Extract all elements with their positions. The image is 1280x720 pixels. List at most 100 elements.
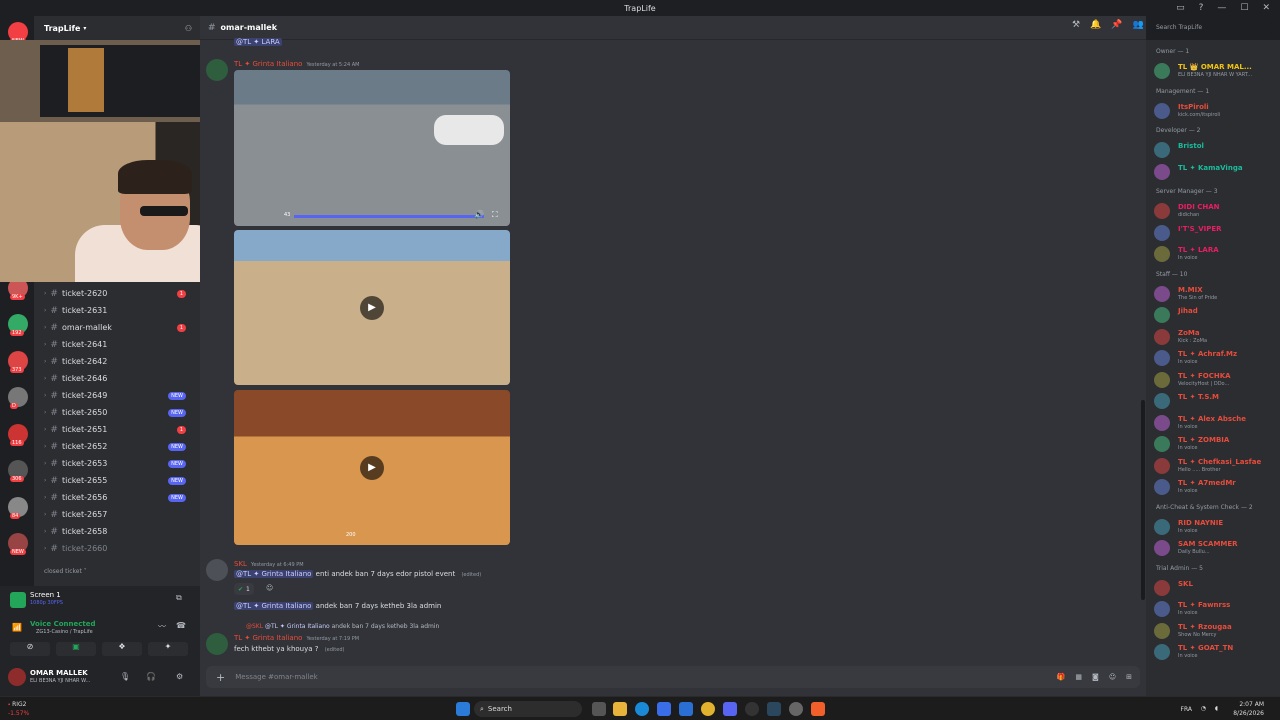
member-item[interactable]: Bristol — [1154, 141, 1276, 159]
mail-icon[interactable] — [679, 702, 693, 716]
voice-channel[interactable]: ZG13-Casino / TrapLife — [36, 629, 93, 635]
steam-icon[interactable] — [767, 702, 781, 716]
member-item[interactable]: ZoMa Kick : ZoMa — [1154, 328, 1276, 346]
add-member-icon[interactable]: ⚇ — [185, 24, 192, 33]
user-name[interactable]: OMAR MALLEK — [30, 669, 88, 677]
message-avatar[interactable] — [206, 633, 228, 655]
obs-icon[interactable] — [745, 702, 759, 716]
rockstar-icon[interactable] — [789, 702, 803, 716]
member-item[interactable]: SKL — [1154, 579, 1276, 597]
channel-item[interactable]: › # ticket-2653 NEW — [44, 456, 194, 471]
channel-item[interactable]: › # ticket-2631 — [44, 303, 194, 318]
reply-preview[interactable]: @SKL @TL ✦ Grinta Italiano andek ban 7 d… — [246, 623, 439, 630]
weather-widget[interactable]: ⬩ RIG2 -1.57% — [8, 700, 29, 718]
member-item[interactable]: I'T'S_VIPER — [1154, 224, 1276, 242]
discord-icon[interactable] — [723, 702, 737, 716]
member-item[interactable]: TL ✦ LARA In voice — [1154, 245, 1276, 263]
start-icon[interactable] — [456, 702, 470, 716]
popout-icon[interactable]: ⧉ — [176, 593, 182, 603]
headset-icon[interactable]: 🎧 — [146, 672, 156, 681]
soundboard-button[interactable]: ✦ — [148, 642, 188, 656]
search-input[interactable]: Search TrapLife — [1152, 21, 1272, 35]
member-item[interactable]: TL ✦ ZOMBIA In voice — [1154, 435, 1276, 453]
top-mention[interactable]: @TL ✦ LARA — [234, 38, 282, 46]
scrollbar[interactable] — [1141, 400, 1145, 600]
channel-item[interactable]: › # ticket-2655 NEW — [44, 473, 194, 488]
video-attachment-3[interactable]: ▶ 200 — [234, 390, 510, 545]
maximize-icon[interactable]: ☐ — [1240, 3, 1248, 13]
member-item[interactable]: Jihad — [1154, 306, 1276, 324]
member-item[interactable]: TL ✦ A7medMr In voice — [1154, 478, 1276, 496]
channel-item[interactable]: › # ticket-2660 — [44, 541, 194, 556]
bell-icon[interactable]: 🔔 — [1090, 20, 1101, 30]
threads-icon[interactable]: ⚒ — [1072, 20, 1080, 30]
task-view-icon[interactable] — [592, 702, 606, 716]
volume-icon[interactable]: 🔊 — [474, 210, 484, 219]
play-icon[interactable]: ▶ — [360, 456, 384, 480]
member-item[interactable]: DIDI CHAN didichan — [1154, 202, 1276, 220]
sticker-icon[interactable]: ◙ — [1092, 673, 1099, 681]
file-explorer-icon[interactable] — [613, 702, 627, 716]
member-item[interactable]: RID NAYNIE In voice — [1154, 518, 1276, 536]
camera-off-button[interactable]: ⊘ — [10, 642, 50, 656]
member-item[interactable]: TL ✦ Achraf.Mz In voice — [1154, 349, 1276, 367]
message-avatar[interactable] — [206, 559, 228, 581]
channel-item[interactable]: › # ticket-2652 NEW — [44, 439, 194, 454]
video-attachment-2[interactable]: ▶ — [234, 230, 510, 385]
fivem-icon[interactable] — [811, 702, 825, 716]
system-tray[interactable]: FRA ◔ ◖ 2:07 AM 8/26/2026 — [1181, 700, 1264, 718]
member-item[interactable]: TL ✦ Rzougaa Show No Mercy — [1154, 622, 1276, 640]
channel-item[interactable]: › # ticket-2642 — [44, 354, 194, 369]
pin-icon[interactable]: 📌 — [1111, 20, 1122, 30]
member-item[interactable]: TL ✦ Chefkasi_Lasfae Hello ..... Brother — [1154, 457, 1276, 475]
message-author[interactable]: SKL Yesterday at 6:49 PM — [234, 560, 304, 568]
member-item[interactable]: TL ✦ FOCHKA VelocityHost | DDo... — [1154, 371, 1276, 389]
edge-icon[interactable] — [635, 702, 649, 716]
mic-icon[interactable]: 🎙 — [120, 672, 130, 681]
channel-item[interactable]: › # ticket-2649 NEW — [44, 388, 194, 403]
channel-item[interactable]: › # ticket-2651 1 — [44, 422, 194, 437]
channel-item[interactable]: › # ticket-2656 NEW — [44, 490, 194, 505]
member-item[interactable]: SAM SCAMMER Daily Bullu... — [1154, 539, 1276, 557]
voice-status[interactable]: Voice Connected — [30, 620, 96, 628]
server-header[interactable]: TrapLife ▾ ⚇ — [34, 16, 200, 40]
video-attachment-1[interactable]: 43 🔊 ⛶ — [234, 70, 510, 226]
channel-item[interactable]: › # ticket-2658 — [44, 524, 194, 539]
plus-icon[interactable]: + — [216, 671, 225, 684]
mention[interactable]: @TL ✦ Grinta Italiano — [234, 602, 314, 610]
inbox-icon[interactable]: ▭ — [1176, 3, 1185, 13]
taskbar-search[interactable]: ⌕ Search — [474, 701, 582, 717]
mention[interactable]: @TL ✦ Grinta Italiano — [234, 570, 314, 578]
reaction-check[interactable]: ✔ 1 — [234, 583, 254, 595]
message-avatar[interactable] — [206, 59, 228, 81]
member-item[interactable]: M.MIX The Sin of Pride — [1154, 285, 1276, 303]
chrome-icon[interactable] — [701, 702, 715, 716]
member-item[interactable]: TL ✦ Fawnrss In voice — [1154, 600, 1276, 618]
channel-item[interactable]: › # ticket-2650 NEW — [44, 405, 194, 420]
message-author[interactable]: TL ✦ Grinta Italiano Yesterday at 5:24 AM — [234, 60, 359, 68]
category-closed-ticket[interactable]: closed ticket ˅ — [44, 568, 87, 575]
message-input[interactable]: + Message #omar-mallek 🎁 ▦ ◙ ☺ ⊞ — [206, 666, 1140, 688]
fullscreen-icon[interactable]: ⛶ — [492, 210, 498, 220]
member-item[interactable]: TL ✦ KamaVinga — [1154, 163, 1276, 181]
store-icon[interactable] — [657, 702, 671, 716]
disconnect-icon[interactable]: ☎ — [176, 621, 186, 630]
gif-icon[interactable]: ▦ — [1075, 673, 1082, 681]
member-item[interactable]: TL 👑 OMAR MAL... ELI BE3NA YJI NHAR W YAR… — [1154, 62, 1276, 80]
screen-share-button[interactable]: ▣ — [56, 642, 96, 656]
apps-icon[interactable]: ⊞ — [1126, 673, 1132, 681]
emoji-icon[interactable]: ☺ — [1109, 673, 1116, 681]
settings-icon[interactable]: ⚙ — [176, 672, 183, 681]
message-author[interactable]: TL ✦ Grinta Italiano Yesterday at 7:19 PM — [234, 634, 359, 642]
member-item[interactable]: TL ✦ Alex Absche In voice — [1154, 414, 1276, 432]
channel-item[interactable]: › # ticket-2620 1 — [44, 286, 194, 301]
channel-item[interactable]: › # omar-mallek 1 — [44, 320, 194, 335]
members-icon[interactable]: 👥 — [1133, 20, 1144, 30]
add-reaction-icon[interactable]: ☺ — [266, 584, 273, 592]
play-icon[interactable]: ▶ — [360, 296, 384, 320]
gift-icon[interactable]: 🎁 — [1057, 673, 1066, 681]
video-progress[interactable] — [294, 215, 484, 218]
help-icon[interactable]: ? — [1199, 3, 1204, 13]
channel-item[interactable]: › # ticket-2657 — [44, 507, 194, 522]
noise-suppression-icon[interactable]: 〰 — [158, 621, 166, 632]
